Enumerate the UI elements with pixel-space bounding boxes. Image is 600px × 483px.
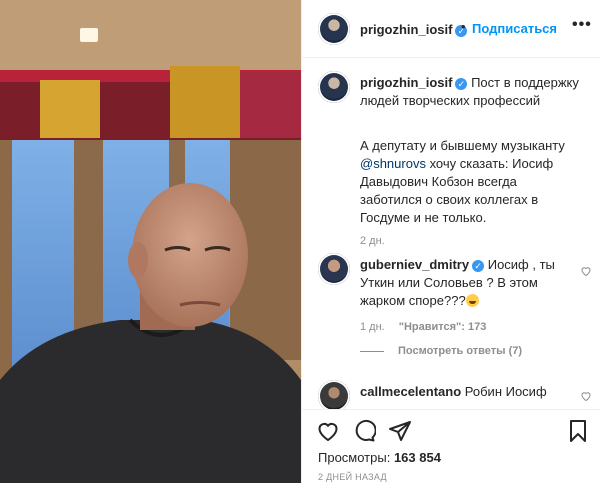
views-number: 163 854 bbox=[393, 450, 441, 465]
author-username[interactable]: prigozhin_iosif bbox=[360, 22, 452, 37]
comment-icon[interactable] bbox=[352, 419, 376, 443]
comment-text: callmecelentano Робин Иосиф bbox=[360, 383, 580, 401]
heart-icon[interactable] bbox=[316, 419, 340, 443]
comment-avatar[interactable] bbox=[318, 253, 350, 285]
caption-meta: 2 дн. bbox=[360, 231, 580, 250]
caption-text: prigozhin_iosif ✓ Пост в поддержку людей … bbox=[360, 74, 580, 110]
caption2-start: А депутату и бывшему музыканту bbox=[360, 138, 565, 153]
separator-dot: • bbox=[461, 19, 466, 34]
comment-author[interactable]: callmecelentano bbox=[360, 384, 461, 399]
view-replies-label: Посмотреть ответы (7) bbox=[398, 345, 523, 357]
mention-link[interactable]: @shnurovs bbox=[360, 156, 426, 171]
comment-time[interactable]: 1 дн. bbox=[360, 321, 385, 333]
view-replies-button[interactable]: Посмотреть ответы (7) bbox=[360, 345, 522, 357]
laughing-emoji-icon bbox=[465, 294, 479, 307]
post-actions: Просмотры: 163 854 2 ДНЕЙ НАЗАД bbox=[302, 409, 600, 483]
comment-avatar[interactable] bbox=[318, 380, 350, 409]
caption-paragraph: А депутату и бывшему музыканту @shnurovs… bbox=[360, 137, 580, 227]
views-label: Просмотры: bbox=[318, 450, 391, 465]
post-header: prigozhin_iosif ✓ • Подписаться ••• bbox=[302, 0, 600, 58]
post-video[interactable] bbox=[0, 0, 301, 483]
comment-meta: 1 дн. "Нравится": 173 bbox=[360, 317, 580, 336]
caption-line-1: Пост в поддержку bbox=[471, 75, 579, 90]
replies-divider bbox=[360, 350, 384, 352]
author-avatar[interactable] bbox=[318, 13, 350, 45]
caption-avatar[interactable] bbox=[318, 71, 350, 103]
video-frame bbox=[0, 0, 301, 483]
author-name-block: prigozhin_iosif ✓ bbox=[360, 21, 468, 39]
comment-like-icon[interactable] bbox=[580, 265, 592, 277]
verified-icon: ✓ bbox=[472, 260, 485, 272]
comment-text: guberniev_dmitry ✓ Иосиф , ты Уткин или С… bbox=[360, 256, 572, 310]
bookmark-icon[interactable] bbox=[566, 419, 590, 443]
comment-body: Робин Иосиф bbox=[464, 384, 547, 399]
share-icon[interactable] bbox=[388, 419, 412, 443]
caption-time[interactable]: 2 дн. bbox=[360, 235, 385, 247]
comment-likes[interactable]: "Нравится": 173 bbox=[399, 321, 487, 333]
comment-like-icon[interactable] bbox=[580, 390, 592, 402]
more-options-icon[interactable]: ••• bbox=[572, 16, 592, 34]
post-date[interactable]: 2 ДНЕЙ НАЗАД bbox=[318, 472, 387, 482]
follow-button[interactable]: Подписаться bbox=[472, 21, 557, 36]
comments-list[interactable]: prigozhin_iosif ✓ Пост в поддержку людей … bbox=[302, 59, 600, 409]
caption-author[interactable]: prigozhin_iosif bbox=[360, 75, 452, 90]
caption-line-2: людей творческих профессий bbox=[360, 93, 541, 108]
views-count[interactable]: Просмотры: 163 854 bbox=[318, 450, 441, 465]
post-details-panel: prigozhin_iosif ✓ • Подписаться ••• prigo… bbox=[301, 0, 600, 483]
comment-author[interactable]: guberniev_dmitry bbox=[360, 257, 469, 272]
verified-icon: ✓ bbox=[455, 78, 468, 90]
